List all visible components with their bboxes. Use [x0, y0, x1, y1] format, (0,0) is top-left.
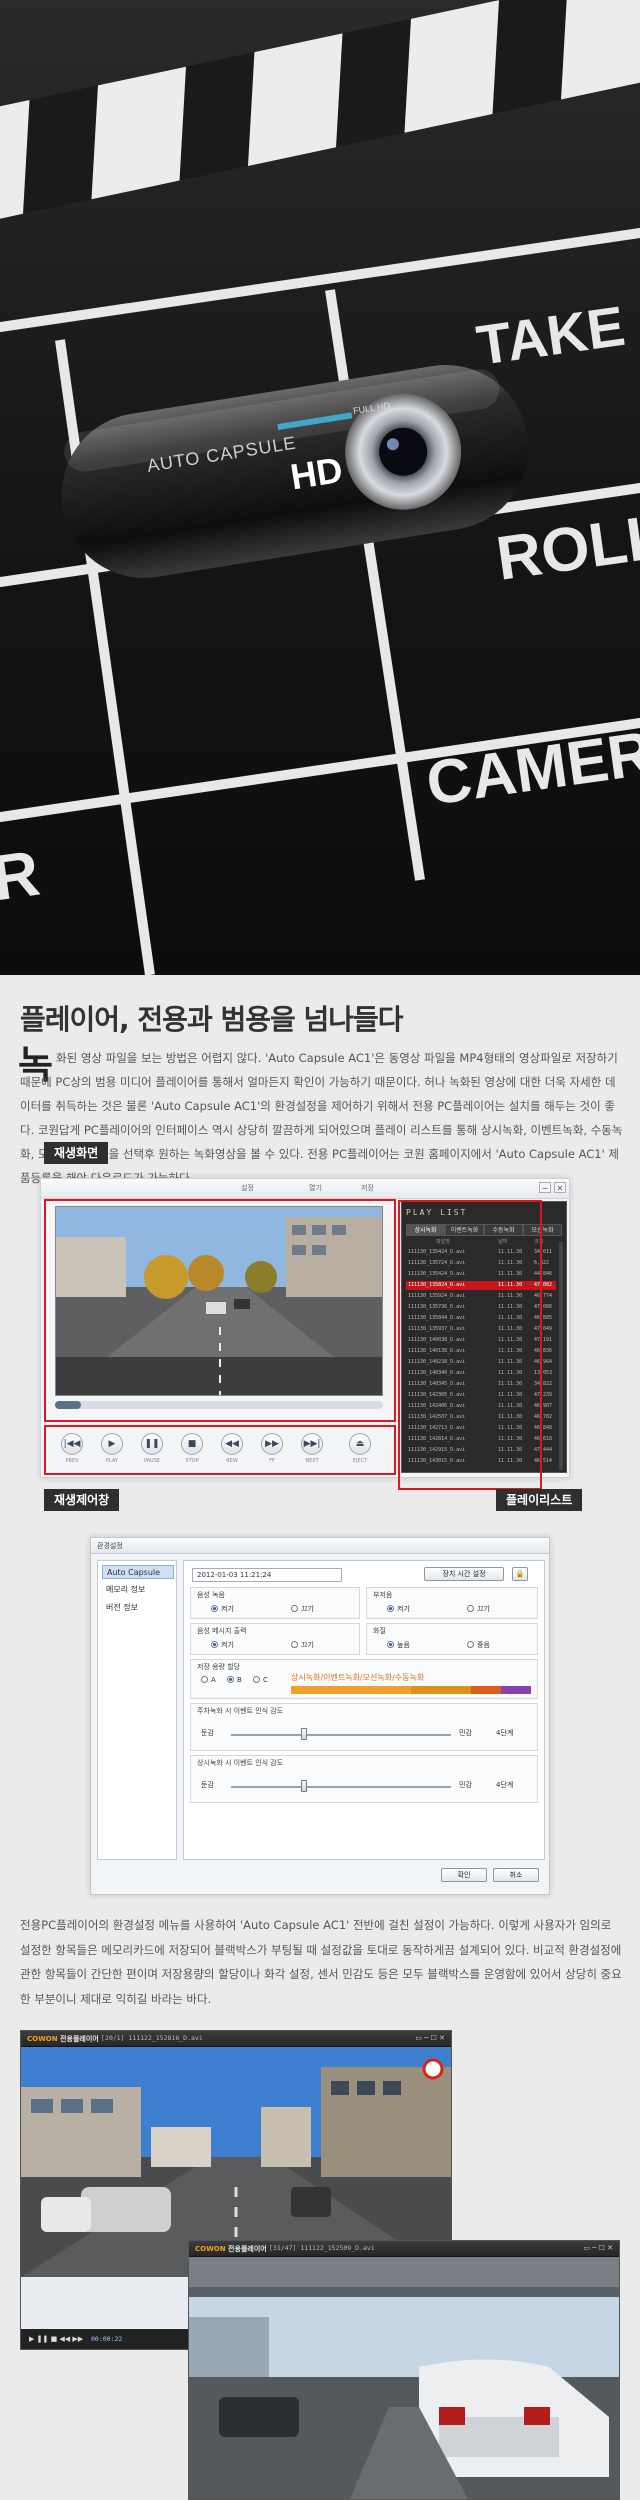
- park-sensitivity-track[interactable]: [231, 1734, 451, 1736]
- park-sensitivity-value: 4단계: [496, 1729, 514, 1737]
- clapperboard-graphic: AUTO CAPSULE HD FULL HD TAKE ROLL CAMERA…: [0, 0, 640, 975]
- highlight-controls: [44, 1425, 396, 1475]
- storage-a-radio[interactable]: A: [201, 1676, 216, 1684]
- buzzer-on-radio[interactable]: 켜기: [387, 1604, 410, 1614]
- storage-seg-event: [411, 1686, 471, 1694]
- hero-image: AUTO CAPSULE HD FULL HD TAKE ROLL CAMERA…: [0, 0, 640, 975]
- cancel-button[interactable]: 취소: [493, 1868, 539, 1882]
- label-controls: 재생제어창: [44, 1489, 120, 1511]
- viewer-logo: COWON 전용플레이어: [27, 2035, 99, 2043]
- buzzer-off-radio[interactable]: 끄기: [467, 1604, 490, 1614]
- viewer-1-window-controls[interactable]: ▭ ─ ☐ ✕: [415, 2034, 445, 2042]
- park-sensitivity-thumb[interactable]: [301, 1728, 307, 1740]
- sidebar-item-version[interactable]: 버전 정보: [102, 1601, 174, 1615]
- quality-high-radio[interactable]: 높음: [387, 1640, 410, 1650]
- storage-allocation-bar: [291, 1686, 531, 1694]
- storage-seg-manual: [501, 1686, 531, 1694]
- viewer-2-titlebar: COWON 전용플레이어 [31/47] 111122_152509_D.avi…: [189, 2241, 619, 2257]
- group-voice-output: 음성 메시지 출력 켜기 끄기: [190, 1623, 360, 1655]
- storage-c-radio[interactable]: C: [253, 1676, 268, 1684]
- lock-icon[interactable]: 🔒: [512, 1567, 528, 1581]
- intro-paragraph: 화된 영상 파일을 보는 방법은 어렵지 않다. 'Auto Capsule A…: [20, 1051, 623, 1185]
- toolbar-settings[interactable]: 설정: [241, 1183, 254, 1193]
- viewer-2-tunnel-scene: [189, 2257, 619, 2499]
- datetime-field[interactable]: 2012-01-03 11:21:24: [192, 1568, 342, 1582]
- highlight-playlist: [398, 1200, 542, 1490]
- drive-sensitivity-thumb[interactable]: [301, 1780, 307, 1792]
- settings-main-panel: 2012-01-03 11:21:24 장치 시간 설정 🔒 음성 녹음 켜기 …: [183, 1560, 545, 1860]
- playlist-scrollbar[interactable]: [559, 1242, 563, 1470]
- viewer-1-filename: [20/1] 111122_152816_D.avi: [101, 2034, 203, 2042]
- player-titlebar: 설정 열기 저장 ─ ✕: [41, 1179, 569, 1199]
- drive-sensitivity-track[interactable]: [231, 1786, 451, 1788]
- drive-sensitivity-value: 4단계: [496, 1781, 514, 1789]
- group-quality: 화질 높음 중음: [366, 1623, 538, 1655]
- sidebar-item-auto-capsule[interactable]: Auto Capsule: [102, 1565, 174, 1579]
- settings-paragraph: 전용PC플레이어의 환경설정 메뉴를 사용하여 'Auto Capsule AC…: [20, 1918, 622, 2006]
- voice-off-radio[interactable]: 끄기: [291, 1640, 314, 1650]
- toolbar-save[interactable]: 저장: [361, 1183, 374, 1193]
- group-drive-sensitivity: 상시녹화 시 이벤트 인식 감도 둔감 민감 4단계: [190, 1755, 538, 1803]
- audio-on-radio[interactable]: 켜기: [211, 1604, 234, 1614]
- group-park-sensitivity: 주차녹화 시 이벤트 인식 감도 둔감 민감 4단계: [190, 1703, 538, 1751]
- storage-legend: 상시녹화/이벤트녹화/모션녹화/수동녹화: [291, 1673, 425, 1682]
- close-icon[interactable]: ✕: [554, 1182, 566, 1193]
- sidebar-item-memory[interactable]: 메모리 정보: [102, 1583, 174, 1597]
- settings-window-screenshot: 환경설정 Auto Capsule 메모리 정보 버전 정보 2012-01-0…: [90, 1537, 550, 1895]
- viewer-1-play-icon[interactable]: ▶ ❚❚ ■ ◀◀ ▶▶: [29, 2335, 83, 2343]
- audio-off-radio[interactable]: 끄기: [291, 1604, 314, 1614]
- settings-titlebar: 환경설정: [91, 1538, 549, 1554]
- label-screen: 재생화면: [44, 1142, 109, 1164]
- viewer-2-window-controls[interactable]: ▭ ─ ☐ ✕: [583, 2244, 613, 2252]
- viewer-2-filename: [31/47] 111122_152509_D.avi: [269, 2244, 375, 2252]
- ok-button[interactable]: 확인: [441, 1868, 487, 1882]
- viewer-1-time: 00:00:22: [91, 2335, 123, 2343]
- viewer-window-2: COWON 전용플레이어 [31/47] 111122_152509_D.avi…: [188, 2240, 620, 2500]
- camera-hd-badge: HD: [288, 449, 346, 498]
- device-time-button[interactable]: 장치 시간 설정: [424, 1567, 504, 1581]
- settings-sidebar: Auto Capsule 메모리 정보 버전 정보: [97, 1560, 177, 1860]
- group-storage: 저장 용량 할당 A B C 상시녹화/이벤트녹화/모션녹화/수동녹화: [190, 1659, 538, 1699]
- minimize-icon[interactable]: ─: [539, 1182, 551, 1193]
- quality-mid-radio[interactable]: 중음: [467, 1640, 490, 1650]
- viewer-logo: COWON 전용플레이어: [195, 2245, 267, 2253]
- group-buzzer: 부저음 켜기 끄기: [366, 1587, 538, 1619]
- storage-seg-continuous: [291, 1686, 411, 1694]
- viewer-1-titlebar: COWON 전용플레이어 [20/1] 111122_152816_D.avi …: [21, 2031, 451, 2047]
- highlight-screen: [44, 1199, 396, 1422]
- label-playlist: 플레이리스트: [496, 1489, 583, 1511]
- voice-on-radio[interactable]: 켜기: [211, 1640, 234, 1650]
- toolbar-open[interactable]: 열기: [309, 1183, 322, 1193]
- section-title: 플레이어, 전용과 범용을 넘나들다: [20, 1003, 404, 1036]
- storage-b-radio[interactable]: B: [227, 1676, 242, 1684]
- group-audio-record: 음성 녹음 켜기 끄기: [190, 1587, 360, 1619]
- storage-seg-motion: [471, 1686, 501, 1694]
